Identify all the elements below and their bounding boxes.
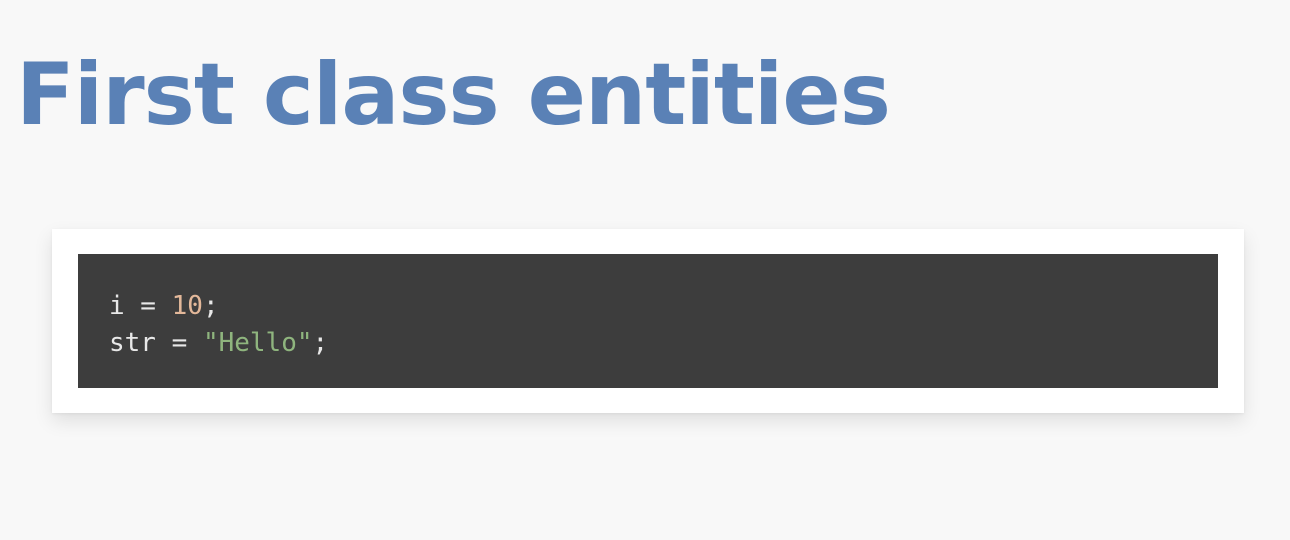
slide-title: First class entities <box>16 45 891 145</box>
code-number-literal: 10 <box>171 291 203 321</box>
code-operator: = <box>124 291 172 321</box>
code-terminator: ; <box>312 328 329 358</box>
code-identifier: i <box>109 291 125 321</box>
code-card: i = 10; str = "Hello"; <box>52 229 1244 413</box>
code-operator: = <box>155 328 203 358</box>
code-identifier: str <box>109 328 156 358</box>
code-string-literal: "Hello" <box>202 328 313 358</box>
code-line-1: i = 10; <box>109 288 1218 325</box>
code-line-2: str = "Hello"; <box>109 325 1218 362</box>
code-block: i = 10; str = "Hello"; <box>78 254 1218 388</box>
code-terminator: ; <box>202 291 219 321</box>
